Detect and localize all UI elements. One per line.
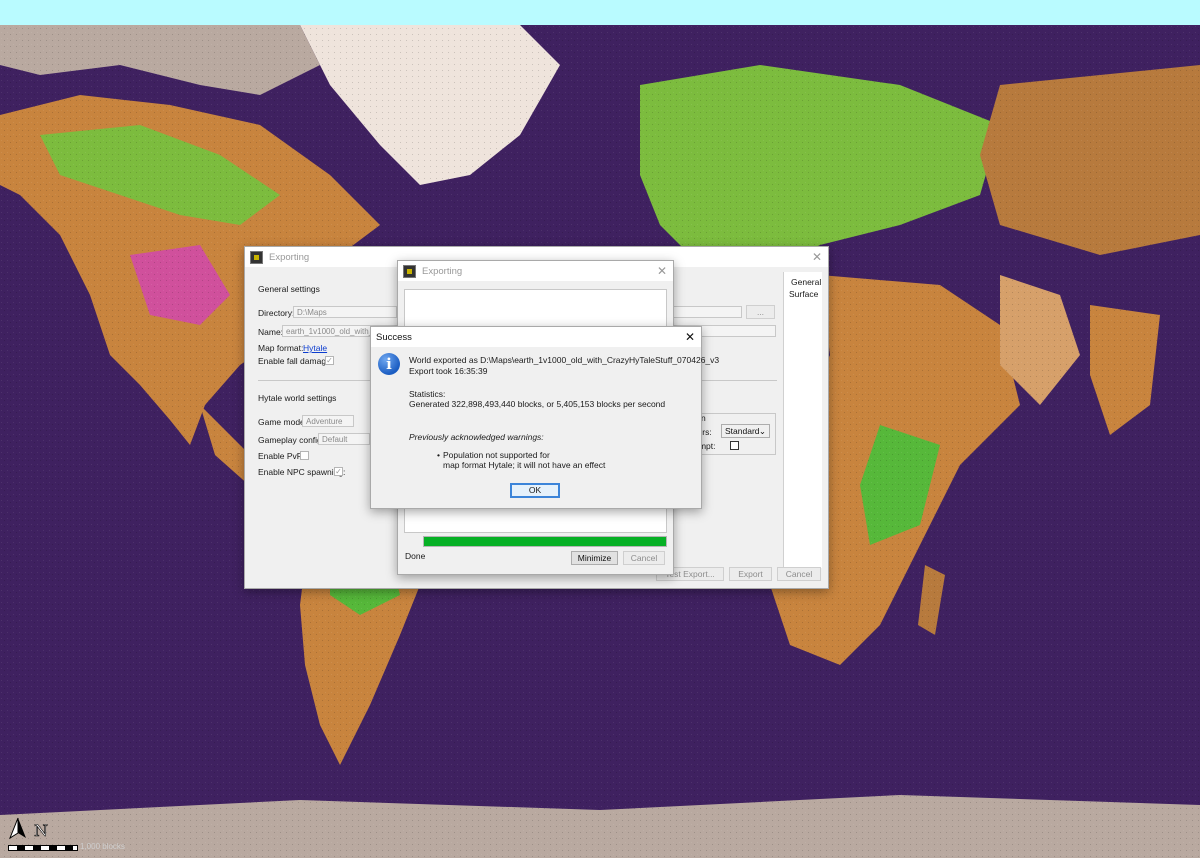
success-dialog-title: Success <box>376 331 412 343</box>
cancel-button[interactable]: Cancel <box>777 567 821 581</box>
close-icon[interactable]: ✕ <box>685 330 695 344</box>
hytale-settings-heading: Hytale world settings <box>258 393 337 403</box>
statistics-text: Generated 322,898,493,440 blocks, or 5,4… <box>409 399 666 409</box>
export-dialog-title: Exporting <box>269 251 310 263</box>
worldpainter-app-icon <box>250 250 263 264</box>
progress-dialog-titlebar[interactable]: Exporting ✕ <box>398 261 673 281</box>
pvp-label: Enable PvP: <box>258 451 305 461</box>
scale-bar <box>8 845 78 851</box>
close-icon[interactable]: ✕ <box>657 264 667 278</box>
compass-label: N <box>34 821 48 840</box>
directory-field[interactable]: D:\Maps <box>293 306 397 318</box>
general-settings-heading: General settings <box>258 284 320 294</box>
minimize-button[interactable]: Minimize <box>571 551 618 565</box>
warnings-heading: Previously acknowledged warnings: <box>409 432 544 442</box>
map-format-label: Map format: <box>258 343 304 353</box>
npc-spawning-label: Enable NPC spawning: <box>258 467 346 477</box>
ok-button[interactable]: OK <box>510 483 560 498</box>
warning-bullet: • <box>437 450 440 460</box>
success-dialog-titlebar[interactable]: Success ✕ <box>371 327 701 347</box>
worldpainter-app-icon <box>403 264 416 278</box>
warning-text-line1: Population not supported for <box>443 450 550 460</box>
borders-value: Standard <box>725 426 760 436</box>
export-button[interactable]: Export <box>729 567 772 581</box>
success-dialog: Success ✕ <box>370 326 702 509</box>
npc-spawning-checkbox[interactable]: ✓ <box>334 467 343 476</box>
compass-icon: N <box>8 817 48 840</box>
game-mode-select[interactable]: Adventure <box>302 415 354 427</box>
progress-bar-fill <box>424 537 666 546</box>
scale-label: 1,000 blocks <box>80 842 125 851</box>
borders-select[interactable]: Standard ⌄ <box>721 424 770 438</box>
fall-damage-label: Enable fall damage: <box>258 356 334 366</box>
top-strip <box>0 0 1200 25</box>
progress-cancel-button[interactable]: Cancel <box>623 551 665 565</box>
map-format-link[interactable]: Hytale <box>303 343 327 353</box>
directory-field-end[interactable] <box>673 306 742 318</box>
game-mode-label: Game mode: <box>258 417 308 427</box>
pvp-checkbox[interactable] <box>300 451 309 460</box>
progress-status: Done <box>405 551 426 561</box>
chevron-down-icon: ⌄ <box>758 426 766 436</box>
name-label: Name: <box>258 327 284 337</box>
info-icon: i <box>378 353 400 375</box>
fall-damage-checkbox[interactable]: ✓ <box>325 356 334 365</box>
warning-text-line2: map format Hytale; it will not have an e… <box>443 460 606 470</box>
statistics-heading: Statistics: <box>409 389 446 399</box>
browse-button[interactable]: ... <box>746 305 775 319</box>
export-path-text: World exported as D:\Maps\earth_1v1000_o… <box>409 355 720 365</box>
export-time-text: Export took 16:35:39 <box>409 366 488 376</box>
gameplay-config-select[interactable]: Default <box>318 433 370 445</box>
progress-bar <box>423 536 667 547</box>
directory-label: Directory: <box>258 308 295 318</box>
exempt-checkbox[interactable] <box>730 441 739 450</box>
tab-general[interactable]: General <box>791 277 821 287</box>
close-icon[interactable]: ✕ <box>812 250 822 264</box>
tab-surface[interactable]: Surface <box>789 289 818 299</box>
tab-strip: General Surface <box>783 272 822 568</box>
gameplay-config-label: Gameplay config: <box>258 435 325 445</box>
progress-dialog-title: Exporting <box>422 265 463 277</box>
